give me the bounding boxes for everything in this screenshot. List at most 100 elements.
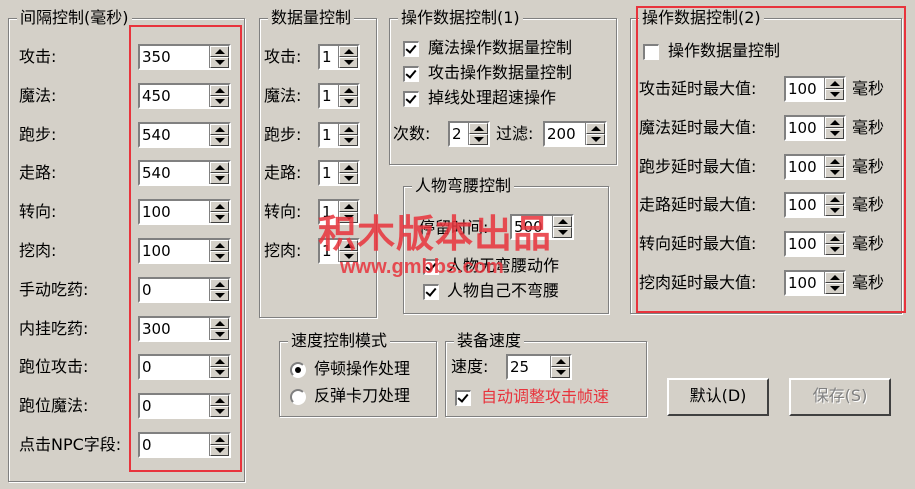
quantity-group-title: 数据量控制 <box>268 8 355 28</box>
equip-auto-label: 自动调整攻击帧速 <box>481 387 610 406</box>
quantity-label: 攻击: <box>264 47 302 66</box>
spin-buttons[interactable] <box>550 356 570 378</box>
spin-down-button[interactable] <box>339 134 358 146</box>
equip-speed-label: 速度: <box>451 357 489 376</box>
op1-checkbox[interactable] <box>403 91 419 107</box>
spin-up-button[interactable] <box>586 123 605 134</box>
op1-filter-value: 200 <box>547 125 576 143</box>
arrow-up-icon <box>474 126 484 131</box>
spin-buttons[interactable] <box>338 123 358 146</box>
quantity-label: 转向: <box>264 202 302 222</box>
interval-label: 点击NPC字段: <box>19 435 122 454</box>
spin-buttons[interactable] <box>338 46 358 68</box>
quantity-stepper-value: 1 <box>322 86 332 105</box>
arrow-up-icon <box>558 219 568 224</box>
quantity-stepper-value: 1 <box>322 125 332 144</box>
spin-up-button[interactable] <box>339 84 358 96</box>
save-button[interactable]: 保存(S) <box>789 378 891 416</box>
spin-down-button[interactable] <box>339 173 358 185</box>
quantity-label: 跑步: <box>264 124 302 144</box>
spin-buttons[interactable] <box>338 162 358 185</box>
highlight-op2-box <box>636 6 906 313</box>
arrow-down-icon <box>591 137 601 142</box>
watermark-title: 积木版本出品 <box>318 212 553 256</box>
arrow-down-icon <box>344 60 354 65</box>
arrow-up-icon <box>344 87 354 93</box>
op1-check-label: 攻击操作数据量控制 <box>428 63 573 82</box>
interval-label: 跑步: <box>19 124 57 144</box>
interval-label: 转向: <box>19 202 57 222</box>
spin-down-button[interactable] <box>551 367 570 378</box>
highlight-interval-box <box>129 25 242 472</box>
spin-up-button[interactable] <box>551 356 570 367</box>
arrow-down-icon <box>344 98 354 104</box>
equip-speed-stepper[interactable]: 25 <box>506 354 572 380</box>
op1-filter-label: 过滤: <box>496 124 534 143</box>
spin-up-button[interactable] <box>469 123 488 134</box>
interval-label: 攻击: <box>19 47 57 66</box>
spin-down-button[interactable] <box>339 57 358 68</box>
quantity-stepper[interactable]: 1 <box>318 82 360 109</box>
interval-label: 跑位魔法: <box>19 396 89 416</box>
interval-label: 挖肉: <box>19 241 57 260</box>
speed-mode-radio[interactable] <box>290 389 306 405</box>
interval-label: 魔法: <box>19 85 57 105</box>
op1-group-title: 操作数据控制(1) <box>398 8 523 28</box>
spin-up-button[interactable] <box>339 162 358 174</box>
interval-label: 跑位攻击: <box>19 357 89 377</box>
bow-group-title: 人物弯腰控制 <box>412 176 515 196</box>
watermark-url: www.gmbbs.com <box>340 256 504 278</box>
interval-label: 走路: <box>19 163 57 183</box>
spin-up-button[interactable] <box>339 123 358 135</box>
arrow-up-icon <box>344 165 354 171</box>
quantity-stepper[interactable]: 1 <box>318 160 360 187</box>
speed-mode-label: 停顿操作处理 <box>314 359 411 378</box>
op1-checkbox[interactable] <box>403 66 419 82</box>
equip-group-title: 装备速度 <box>454 331 525 351</box>
spin-down-button[interactable] <box>469 134 488 145</box>
spin-down-button[interactable] <box>553 227 572 238</box>
quantity-label: 挖肉: <box>264 241 302 260</box>
arrow-down-icon <box>558 230 568 235</box>
arrow-up-icon <box>556 359 566 364</box>
spin-down-button[interactable] <box>339 95 358 107</box>
spin-buttons[interactable] <box>585 123 605 145</box>
arrow-down-icon <box>344 176 354 182</box>
op1-filter-stepper[interactable]: 200 <box>543 121 607 147</box>
default-button[interactable]: 默认(D) <box>667 378 769 416</box>
speed-mode-label: 反弹卡刀处理 <box>314 386 411 405</box>
op1-count-value: 2 <box>452 125 462 143</box>
arrow-up-icon <box>344 126 354 132</box>
quantity-stepper[interactable]: 1 <box>318 121 360 148</box>
spin-up-button[interactable] <box>339 46 358 57</box>
op1-check-label: 魔法操作数据量控制 <box>428 38 573 57</box>
op1-count-label: 次数: <box>393 124 431 143</box>
quantity-stepper[interactable]: 1 <box>318 44 360 70</box>
equip-auto-checkbox[interactable] <box>455 390 471 406</box>
arrow-down-icon <box>474 137 484 142</box>
speed-mode-title: 速度控制模式 <box>288 331 391 351</box>
op1-count-stepper[interactable]: 2 <box>448 121 490 147</box>
spin-buttons[interactable] <box>468 123 488 145</box>
interval-label: 手动吃药: <box>19 279 89 299</box>
quantity-stepper-value: 1 <box>322 48 332 66</box>
quantity-label: 走路: <box>264 163 302 183</box>
interval-group-title: 间隔控制(毫秒) <box>17 8 132 28</box>
quantity-stepper-value: 1 <box>322 164 332 183</box>
interval-label: 内挂吃药: <box>19 318 89 338</box>
op1-check-label: 掉线处理超速操作 <box>428 88 557 107</box>
arrow-up-icon <box>344 49 354 54</box>
bow-checkbox[interactable] <box>423 284 439 300</box>
arrow-up-icon <box>591 126 601 131</box>
equip-speed-value: 25 <box>510 358 530 376</box>
spin-down-button[interactable] <box>586 134 605 145</box>
arrow-down-icon <box>556 370 566 375</box>
spin-up-button[interactable] <box>553 216 572 227</box>
quantity-label: 魔法: <box>264 85 302 105</box>
spin-buttons[interactable] <box>552 216 572 238</box>
speed-mode-radio[interactable] <box>290 362 306 378</box>
spin-buttons[interactable] <box>338 84 358 107</box>
op1-checkbox[interactable] <box>403 41 419 57</box>
bow-check-label: 人物自己不弯腰 <box>447 281 560 300</box>
arrow-down-icon <box>344 137 354 143</box>
